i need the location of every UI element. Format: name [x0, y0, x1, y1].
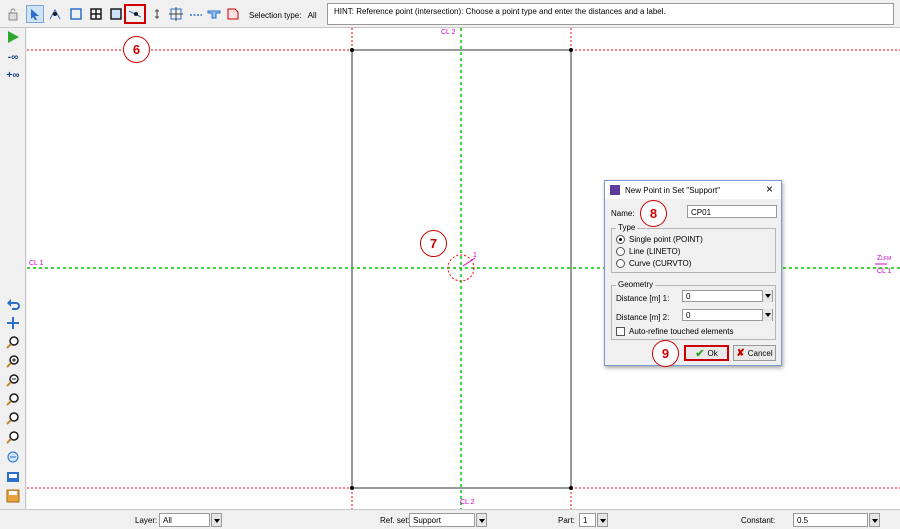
checkmark-icon: ✔ [695, 347, 705, 360]
status-bar: Layer: All Ref. set: Support Part: 1 Con… [0, 509, 900, 529]
zoom-all-icon[interactable] [4, 428, 22, 446]
zoom-out-icon[interactable] [4, 371, 22, 389]
zoom-icon[interactable] [4, 333, 22, 351]
type-group-label: Type [616, 223, 638, 232]
refset-select[interactable]: Support [409, 513, 475, 527]
ok-label: Ok [707, 348, 718, 358]
dashed-line-icon[interactable] [187, 5, 205, 23]
axis-label-cl1-right: CL 1 [877, 268, 892, 275]
chamfer-shape-icon[interactable] [224, 5, 242, 23]
refset-label: Ref. set: [380, 516, 410, 525]
layer-select[interactable]: All [159, 513, 210, 527]
selection-type: Selection type: All [249, 11, 317, 20]
axis-label-cl2-top: CL 2 [441, 29, 456, 36]
crosshair-frame-icon[interactable] [167, 5, 185, 23]
point-label: 1 [473, 252, 477, 259]
ok-button[interactable]: ✔ Ok [684, 345, 729, 361]
part-select[interactable]: 1 [579, 513, 596, 527]
chevron-down-icon[interactable] [762, 309, 772, 321]
cancel-button[interactable]: ✘ Cancel [733, 345, 776, 361]
select-node-icon[interactable] [46, 5, 64, 23]
reference-point-icon[interactable] [124, 4, 146, 24]
edge-select-icon[interactable] [107, 5, 125, 23]
distance1-value: 0 [686, 292, 691, 301]
callout-6: 6 [123, 36, 150, 63]
measure-icon[interactable] [148, 5, 166, 23]
pan-icon[interactable] [4, 314, 22, 332]
axis-label-cl2-bottom: CL 2 [460, 499, 475, 506]
selection-type-label: Selection type: [249, 11, 302, 20]
corner-node [350, 486, 354, 490]
part-label: Part: [558, 516, 575, 525]
type-radio-curve[interactable] [616, 259, 625, 268]
axis-label-cl1-left: CL 1 [29, 260, 44, 267]
zoom-settings-icon[interactable] [4, 448, 22, 466]
close-icon[interactable]: × [766, 183, 773, 195]
autorefine-label: Auto-refine touched elements [629, 327, 734, 336]
top-toolbar: Selection type: All HINT: Reference poin… [0, 0, 900, 28]
corner-node [569, 48, 573, 52]
constant-label: Constant: [741, 516, 776, 525]
name-label: Name: [611, 209, 635, 218]
type-radio-point[interactable] [616, 235, 625, 244]
layer-label: Layer: [135, 516, 158, 525]
distance2-input[interactable]: 0 [682, 309, 773, 321]
type-option-curve-label: Curve (CURVTO) [629, 259, 692, 268]
chevron-down-icon[interactable] [476, 513, 487, 527]
distance2-label: Distance [m] 2: [616, 313, 670, 322]
corner-node [350, 48, 354, 52]
chevron-down-icon[interactable] [762, 290, 772, 302]
chevron-down-icon[interactable] [869, 513, 880, 527]
undo-icon[interactable] [4, 294, 22, 312]
save-image-icon[interactable] [4, 487, 22, 505]
axis-label-lfm: LFM [881, 256, 892, 262]
distance1-input[interactable]: 0 [682, 290, 773, 302]
axis-label-z: ZLFM [877, 255, 891, 262]
dialog-title-bar: New Point in Set "Support" × [605, 181, 781, 199]
selection-type-value: All [307, 11, 317, 20]
export-bmp-icon[interactable] [4, 468, 22, 486]
hint-box: HINT: Reference point (intersection): Ch… [327, 3, 894, 25]
zoom-previous-icon[interactable] [4, 409, 22, 427]
distance2-value: 0 [686, 311, 691, 320]
cancel-x-icon: ✘ [736, 347, 745, 359]
callout-8: 8 [640, 200, 667, 227]
new-point-dialog: New Point in Set "Support" × Name: CP01 … [604, 180, 782, 366]
distance1-label: Distance [m] 1: [616, 294, 670, 303]
chevron-down-icon[interactable] [597, 513, 608, 527]
autorefine-checkbox[interactable] [616, 327, 625, 336]
left-toolbar: -∞ +∞ [0, 28, 26, 509]
type-option-line-label: Line (LINETO) [629, 247, 681, 256]
dialog-title: New Point in Set "Support" [625, 186, 721, 195]
select-element-icon[interactable] [67, 5, 85, 23]
zoom-minus-infinity-button[interactable]: -∞ [4, 48, 22, 66]
geometry-group: Geometry Distance [m] 1: 0 Distance [m] … [611, 280, 776, 340]
constant-select[interactable]: 0.5 [793, 513, 868, 527]
callout-7: 7 [420, 230, 447, 257]
name-input[interactable]: CP01 [687, 205, 777, 218]
geometry-group-label: Geometry [616, 280, 656, 289]
type-option-point-label: Single point (POINT) [629, 235, 703, 244]
zoom-in-icon[interactable] [4, 352, 22, 370]
cancel-label: Cancel [747, 348, 773, 358]
select-arrow-icon[interactable] [26, 5, 44, 23]
type-group: Type Single point (POINT) Line (LINETO) … [611, 223, 776, 273]
callout-9: 9 [652, 340, 679, 367]
chevron-down-icon[interactable] [211, 513, 222, 527]
profile-icon[interactable] [205, 5, 223, 23]
run-icon[interactable] [4, 28, 22, 46]
corner-node [569, 486, 573, 490]
mesh-icon[interactable] [87, 5, 105, 23]
zoom-window-icon[interactable] [4, 390, 22, 408]
unlock-icon[interactable] [4, 5, 22, 23]
zoom-plus-infinity-button[interactable]: +∞ [4, 66, 22, 84]
type-radio-line[interactable] [616, 247, 625, 256]
dialog-app-icon [610, 185, 620, 195]
